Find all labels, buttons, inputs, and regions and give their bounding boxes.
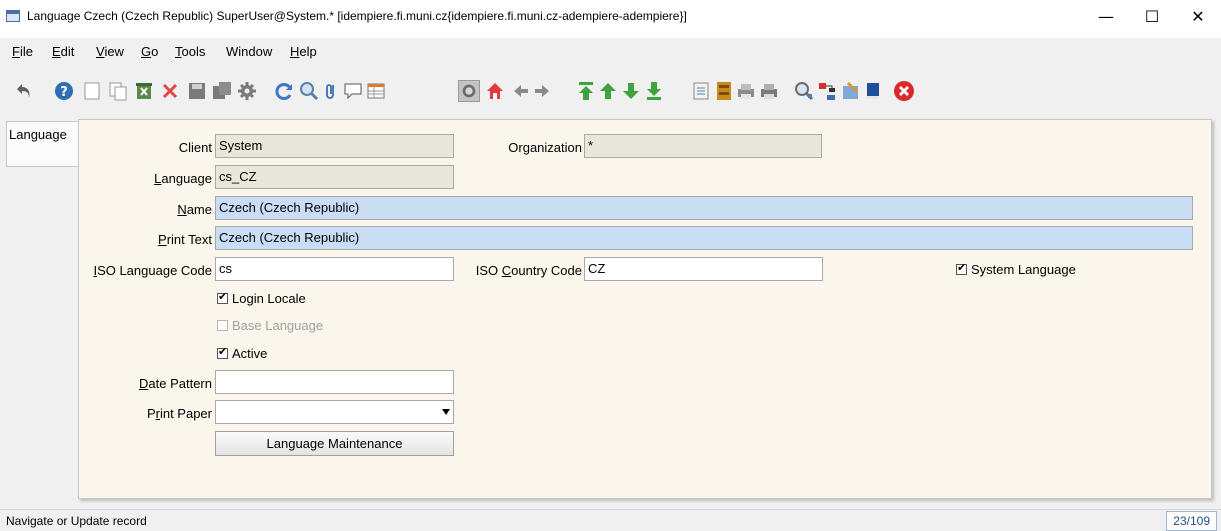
grid-toggle-icon[interactable]	[365, 80, 387, 102]
attachment-icon[interactable]	[320, 80, 342, 102]
menu-help[interactable]: Help	[290, 44, 317, 59]
undo-icon[interactable]	[14, 80, 36, 102]
system-language-check-icon[interactable]	[956, 261, 967, 275]
print-paper-select[interactable]	[215, 400, 454, 424]
active-label: Active	[232, 346, 268, 361]
first-record-icon[interactable]	[575, 80, 597, 102]
login-locale-label: Login Locale	[232, 291, 306, 306]
previous-icon[interactable]	[510, 80, 532, 102]
archive-icon[interactable]	[713, 80, 735, 102]
next-icon[interactable]	[531, 80, 553, 102]
organization-field[interactable]: *	[584, 134, 822, 158]
find-icon[interactable]	[298, 80, 320, 102]
chat-icon[interactable]	[342, 80, 364, 102]
new-record-icon[interactable]	[81, 80, 103, 102]
menu-file[interactable]: File	[12, 44, 33, 59]
base-language-label: Base Language	[232, 318, 324, 333]
requests-icon[interactable]	[840, 80, 862, 102]
history-icon[interactable]	[458, 80, 480, 102]
language-field[interactable]: cs_CZ	[215, 165, 454, 189]
status-message: Navigate or Update record	[6, 514, 147, 528]
iso-country-code-field[interactable]: CZ	[584, 257, 823, 281]
iso-language-code-label: ISO Language Code	[93, 263, 212, 278]
client-label: Client	[178, 140, 212, 155]
iso-country-code-label: ISO Country Code	[475, 263, 582, 278]
date-pattern-label: Date Pattern	[139, 376, 212, 391]
svg-text:?: ?	[60, 85, 68, 100]
save-icon[interactable]	[186, 80, 208, 102]
menu-bar: File Edit View Go Tools Window Help	[0, 38, 1221, 64]
menu-window[interactable]: Window	[226, 44, 272, 59]
window-title: Language Czech (Czech Republic) SuperUse…	[27, 9, 687, 23]
login-locale-checkbox[interactable]: Login Locale	[217, 290, 306, 306]
base-language-check-icon	[217, 320, 228, 331]
active-checkbox[interactable]: Active	[217, 345, 268, 361]
tab-language-label: Language	[9, 127, 67, 142]
exit-icon[interactable]	[893, 80, 915, 102]
delete-icon[interactable]	[159, 80, 181, 102]
product-info-icon[interactable]	[862, 80, 884, 102]
name-field[interactable]: Czech (Czech Republic)	[215, 196, 1193, 220]
login-locale-check-icon[interactable]	[217, 290, 228, 304]
menu-view[interactable]: View	[96, 44, 124, 59]
save-and-new-icon[interactable]	[211, 80, 233, 102]
date-pattern-field[interactable]	[215, 370, 454, 394]
menu-tools[interactable]: Tools	[175, 44, 205, 59]
print-preview-icon[interactable]	[735, 80, 757, 102]
window-titlebar: Language Czech (Czech Republic) SuperUse…	[0, 0, 1221, 38]
parent-record-icon[interactable]	[597, 80, 619, 102]
chevron-down-icon[interactable]	[442, 409, 450, 415]
tab-language[interactable]: Language	[6, 121, 78, 167]
record-count-badge[interactable]: 23/109	[1166, 511, 1217, 531]
status-bar: Navigate or Update record 23/109	[0, 509, 1221, 531]
close-window-button[interactable]: ✕	[1175, 0, 1221, 32]
base-language-checkbox: Base Language	[217, 318, 323, 333]
detail-record-icon[interactable]	[620, 80, 642, 102]
iso-language-code-field[interactable]: cs	[215, 257, 454, 281]
minimize-button[interactable]: —	[1083, 0, 1129, 32]
copy-record-icon[interactable]	[107, 80, 129, 102]
workflow-icon[interactable]	[816, 80, 838, 102]
home-icon[interactable]	[484, 80, 506, 102]
print-text-label: Print Text	[158, 232, 212, 247]
refresh-icon[interactable]	[273, 80, 295, 102]
zoom-across-icon[interactable]	[793, 80, 815, 102]
print-text-field[interactable]: Czech (Czech Republic)	[215, 226, 1193, 250]
customize-icon[interactable]	[236, 80, 258, 102]
help-icon[interactable]: ?	[53, 80, 75, 102]
toolbar: ?	[0, 74, 1221, 114]
maximize-button[interactable]: ☐	[1129, 0, 1175, 32]
print-icon[interactable]	[758, 80, 780, 102]
language-maintenance-button[interactable]: Language Maintenance	[215, 431, 454, 456]
client-field[interactable]: System	[215, 134, 454, 158]
system-language-label: System Language	[971, 262, 1076, 277]
organization-label: Organization	[508, 140, 582, 155]
menu-edit[interactable]: Edit	[52, 44, 74, 59]
active-check-icon[interactable]	[217, 345, 228, 359]
report-icon[interactable]	[690, 80, 712, 102]
app-window-icon	[6, 10, 20, 22]
language-label: Language	[154, 171, 212, 186]
system-language-checkbox[interactable]: System Language	[956, 261, 1076, 277]
print-paper-label: Print Paper	[146, 406, 212, 421]
delete-selection-icon[interactable]	[133, 80, 155, 102]
menu-go[interactable]: Go	[141, 44, 158, 59]
last-record-icon[interactable]	[643, 80, 665, 102]
name-label: Name	[177, 202, 212, 217]
